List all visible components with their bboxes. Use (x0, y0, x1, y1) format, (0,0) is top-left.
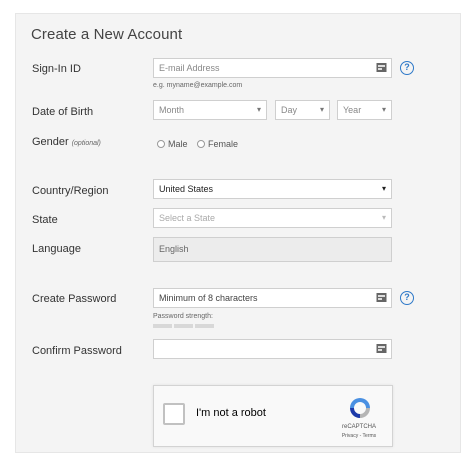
gender-male-radio[interactable] (157, 140, 165, 148)
strength-bar-segment (195, 324, 214, 328)
confirm-password-label: Confirm Password (32, 345, 122, 357)
password-field[interactable]: Minimum of 8 characters (153, 288, 392, 308)
confirm-password-field[interactable] (153, 339, 392, 359)
chevron-down-icon: ▾ (319, 105, 324, 114)
chevron-down-icon: ▾ (381, 105, 386, 114)
password-placeholder: Minimum of 8 characters (159, 293, 258, 303)
password-manager-icon[interactable] (376, 343, 387, 354)
recaptcha-checkbox[interactable] (163, 403, 185, 425)
recaptcha-label[interactable]: I'm not a robot (196, 407, 266, 419)
gender-female-label[interactable]: Female (208, 139, 238, 149)
password-strength-label: Password strength: (153, 313, 213, 320)
recaptcha-brand: reCAPTCHA (341, 424, 376, 430)
signin-hint: e.g. myname@example.com (153, 82, 243, 89)
dob-day-select[interactable]: Day ▾ (275, 100, 330, 120)
state-label: State (32, 214, 58, 226)
password-help-icon[interactable]: ? (400, 291, 414, 305)
dob-label: Date of Birth (32, 106, 94, 118)
signin-label: Sign-In ID (32, 63, 81, 75)
strength-bar-segment (153, 324, 172, 328)
strength-bar-segment (174, 324, 193, 328)
gender-optional: (optional) (71, 140, 101, 147)
state-select[interactable]: Select a State ▾ (153, 208, 392, 228)
chevron-down-icon: ▾ (256, 105, 261, 114)
dob-month-select[interactable]: Month ▾ (153, 100, 267, 120)
state-placeholder: Select a State (159, 213, 216, 223)
password-manager-icon[interactable] (376, 292, 387, 303)
country-value: United States (159, 184, 214, 194)
signin-help-icon[interactable]: ? (400, 61, 414, 75)
recaptcha-logo-icon (350, 398, 370, 418)
signin-placeholder: E-mail Address (159, 63, 220, 73)
recaptcha-links[interactable]: Privacy - Terms (337, 433, 381, 439)
language-value: English (159, 244, 189, 254)
dob-year-value: Year (343, 105, 362, 115)
dob-day-value: Day (281, 105, 298, 115)
recaptcha-widget: I'm not a robot reCAPTCHA Privacy - Term… (153, 385, 393, 447)
dob-month-value: Month (159, 105, 185, 115)
password-manager-icon[interactable] (376, 62, 387, 73)
gender-label: Gender (optional) (32, 136, 101, 148)
page-title: Create a New Account (31, 26, 183, 43)
gender-female-radio[interactable] (197, 140, 205, 148)
chevron-down-icon: ▾ (381, 184, 386, 193)
country-select[interactable]: United States ▾ (153, 179, 392, 199)
signin-email-field[interactable]: E-mail Address (153, 58, 392, 78)
gender-male-label[interactable]: Male (168, 139, 188, 149)
language-label: Language (32, 243, 81, 255)
gender-label-text: Gender (32, 136, 69, 148)
password-label: Create Password (32, 293, 117, 305)
dob-year-select[interactable]: Year ▾ (337, 100, 392, 120)
language-field: English (153, 237, 392, 262)
country-label: Country/Region (32, 185, 109, 197)
chevron-down-icon: ▾ (381, 213, 386, 222)
